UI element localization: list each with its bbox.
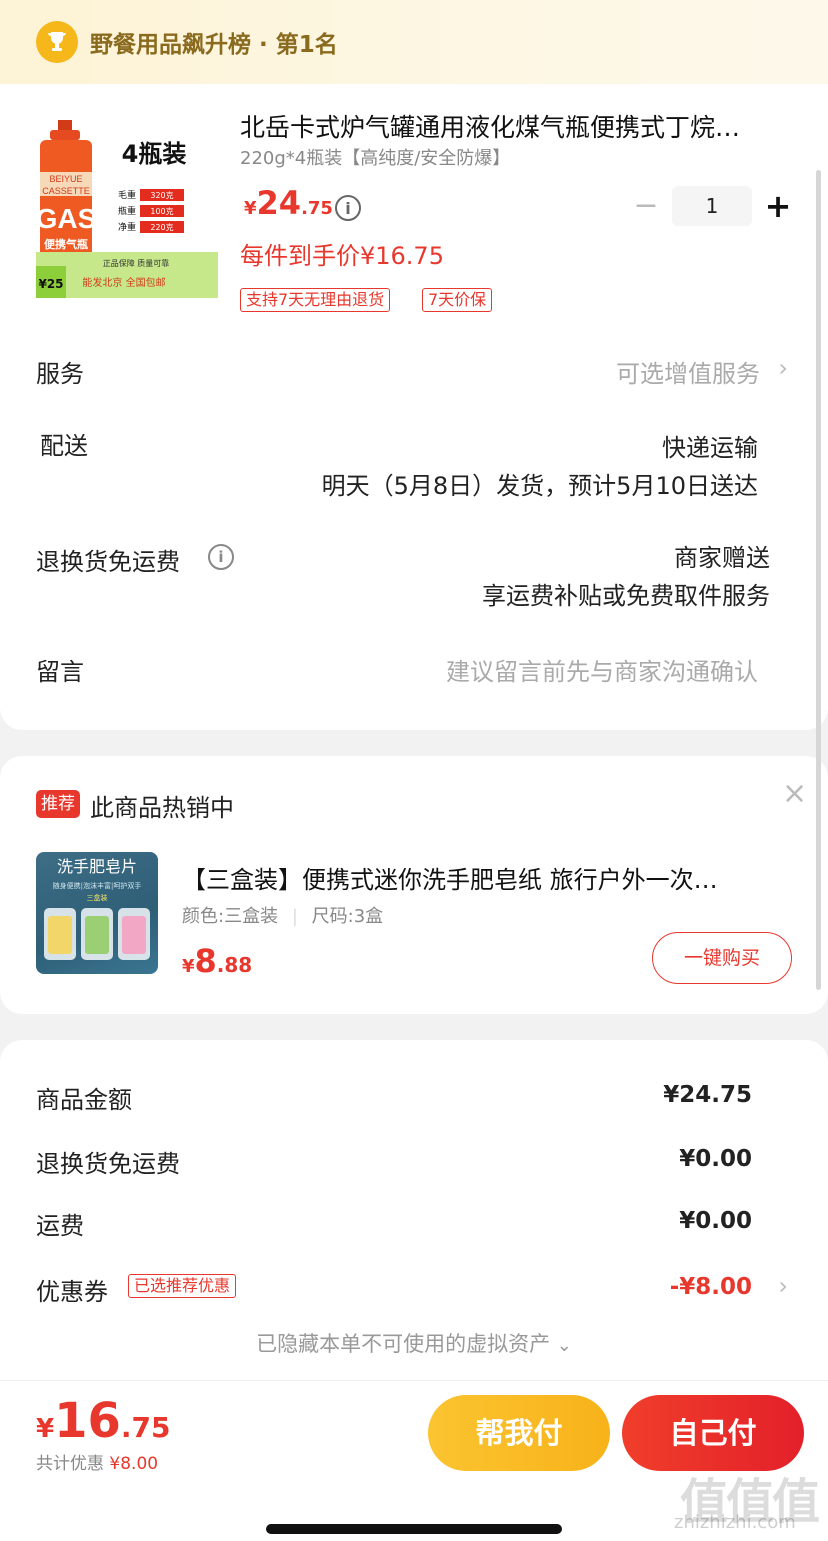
coupon-value[interactable]: -¥8.00 [670,1274,752,1300]
close-icon[interactable]: × [782,776,807,811]
quantity-decrease-button[interactable]: − [630,188,662,224]
recommend-product-image[interactable]: 洗手肥皂片 随身便携|泡沫丰富|呵护双手 三盒装 [36,852,158,974]
price-integer: 24 [256,184,302,222]
chevron-right-icon[interactable]: › [778,354,788,382]
total-integer: 16 [54,1393,121,1449]
product-price: ¥ 24 .75 [244,184,333,222]
weight-value: 100克 [150,207,173,216]
promo-line1: 能发北京 全国包邮 [82,276,165,289]
hidden-assets-toggle[interactable]: 已隐藏本单不可使用的虚拟资产 ⌄ [0,1328,828,1358]
total-discount-label: 共计优惠 [36,1454,104,1474]
delivery-method: 快递运输 [662,434,758,462]
total-currency: ¥ [36,1414,55,1444]
product-image-cassette: CASSETTE [42,186,90,196]
product-title[interactable]: 北岳卡式炉气罐通用液化煤气瓶便携式丁烷… [240,108,780,144]
delivery-label: 配送 [40,432,88,460]
total-decimal: .75 [120,1411,171,1444]
recommend-product-name[interactable]: 【三盒装】便携式迷你洗手肥皂纸 旅行户外一次… [182,860,778,895]
message-input[interactable]: 建议留言前先与商家沟通确认 [446,652,758,687]
price-protect-tag: 7天价保 [422,288,493,312]
recommend-card: 推荐 此商品热销中 × 洗手肥皂片 随身便携|泡沫丰富|呵护双手 三盒装 【三盒… [0,756,828,1014]
rank-banner[interactable]: 野餐用品飙升榜 · 第1名 [0,0,828,84]
price-decimal: .75 [301,198,333,219]
service-label: 服务 [36,360,84,388]
recommend-title: 此商品热销中 [90,794,234,822]
product-image[interactable]: BEIYUE CASSETTE GAS 便携气瓶 4瓶装 毛重 320克 瓶重 … [36,116,218,298]
help-me-pay-button[interactable]: 帮我付 [428,1395,610,1471]
rank-text: 野餐用品飙升榜 · 第1名 [90,32,338,58]
delivery-time: 明天（5月8日）发货，预计5月10日送达 [321,472,758,500]
chevron-right-icon[interactable]: › [778,1272,788,1300]
return-shipping-value: 商家赠送 [674,544,770,572]
weight-label: 毛重 [118,189,136,201]
spec-divider: | [291,906,298,927]
quantity-increase-button[interactable]: + [762,188,794,224]
return-policy-tag: 支持7天无理由退货 [240,288,391,312]
shipping-value: ¥0.00 [679,1208,752,1234]
rec-image-title: 洗手肥皂片 [57,857,137,876]
product-image-brand: BEIYUE [49,174,82,184]
quantity-input[interactable]: 1 [672,186,752,226]
one-click-buy-button[interactable]: 一键购买 [652,932,792,984]
unit-price: 每件到手价¥16.75 [240,242,444,270]
info-icon[interactable]: i [208,544,234,570]
return-shipping-label: 退换货免运费 [36,1150,180,1178]
product-spec[interactable]: 220g*4瓶装【高纯度/安全防爆】 [240,144,510,170]
return-shipping-detail: 享运费补贴或免费取件服务 [482,582,770,610]
shipping-label: 运费 [36,1212,84,1240]
price-summary-card: 商品金额 ¥24.75 退换货免运费 ¥0.00 运费 ¥0.00 优惠券 已选… [0,1040,828,1380]
total-discount: 共计优惠 ¥8.00 [36,1449,158,1474]
price-decimal: .88 [216,953,253,977]
return-shipping-label: 退换货免运费 [36,548,180,576]
chevron-down-icon: ⌄ [556,1335,572,1356]
spec-size: 尺码:3盒 [311,906,384,927]
message-label: 留言 [36,658,84,686]
coupon-label: 优惠券 [36,1278,108,1306]
product-image-pack: 4瓶装 [122,140,187,168]
promo-line2: 正品保障 质量可靠 [103,258,170,268]
coupon-tag: 已选推荐优惠 [128,1274,237,1298]
product-image-portable: 便携气瓶 [44,237,88,251]
weight-label: 净重 [118,221,136,233]
rec-image-sub: 随身便携|泡沫丰富|呵护双手 [53,881,142,890]
scrollbar[interactable] [816,170,821,990]
recommend-price: ¥ 8 .88 [182,942,252,980]
weight-value: 220克 [150,223,173,232]
hidden-assets-note: 已隐藏本单不可使用的虚拟资产 [256,1332,551,1356]
promo-price: ¥25 [38,277,63,291]
price-integer: 8 [194,942,217,980]
recommend-badge: 推荐 [36,790,80,818]
order-item-card: BEIYUE CASSETTE GAS 便携气瓶 4瓶装 毛重 320克 瓶重 … [0,84,828,730]
price-currency: ¥ [182,956,195,977]
recommend-product-spec: 颜色:三盒装 | 尺码:3盒 [182,902,383,928]
total-discount-value: ¥8.00 [109,1454,159,1474]
return-shipping-value: ¥0.00 [679,1146,752,1172]
product-image-gas: GAS [36,203,96,234]
goods-amount-value: ¥24.75 [663,1082,752,1108]
total-price: ¥ 16 .75 [36,1393,171,1449]
info-icon[interactable]: i [335,195,361,221]
spec-color: 颜色:三盒装 [182,906,279,927]
watermark-url: zhizhizhi.com [674,1512,796,1533]
price-currency: ¥ [244,198,257,219]
weight-value: 320克 [150,191,173,200]
home-indicator[interactable] [266,1524,562,1534]
rec-image-pack: 三盒装 [87,893,108,902]
service-value[interactable]: 可选增值服务 [616,354,760,389]
goods-amount-label: 商品金额 [36,1086,132,1114]
weight-label: 瓶重 [118,205,136,217]
pay-myself-button[interactable]: 自己付 [622,1395,804,1471]
trophy-icon [36,21,78,63]
